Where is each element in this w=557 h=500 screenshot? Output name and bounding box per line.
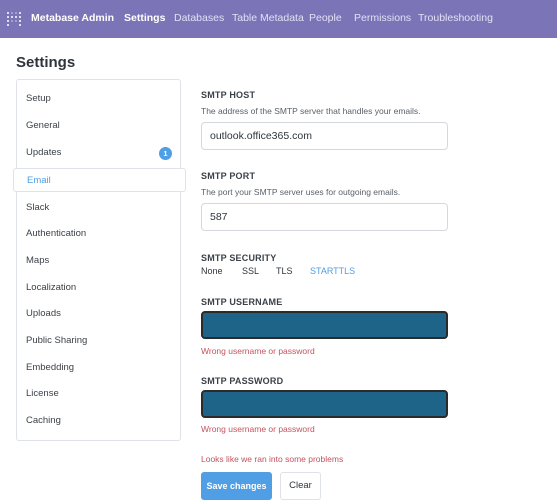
smtp-host-input[interactable]: outlook.office365.com: [201, 122, 448, 150]
security-option-none[interactable]: None: [201, 266, 223, 276]
form-error-message: Looks like we ran into some problems: [201, 454, 344, 464]
smtp-password-label: SMTP PASSWORD: [201, 376, 284, 386]
sidebar-item-slack[interactable]: Slack: [26, 202, 49, 213]
clear-button[interactable]: Clear: [280, 472, 321, 500]
sidebar-item-uploads[interactable]: Uploads: [26, 308, 61, 319]
smtp-host-description: The address of the SMTP server that hand…: [201, 106, 421, 116]
nav-table-metadata[interactable]: Table Metadata: [232, 12, 304, 24]
nav-permissions[interactable]: Permissions: [354, 12, 411, 24]
top-nav-bar: Metabase Admin Settings Databases Table …: [0, 0, 557, 38]
nav-troubleshooting[interactable]: Troubleshooting: [418, 12, 493, 24]
smtp-username-input[interactable]: [201, 311, 448, 339]
smtp-port-description: The port your SMTP server uses for outgo…: [201, 187, 401, 197]
smtp-username-error: Wrong username or password: [201, 346, 315, 356]
nav-people[interactable]: People: [309, 12, 342, 24]
settings-sidebar: Setup General Updates 1 Email Slack Auth…: [13, 79, 186, 441]
sidebar-item-maps[interactable]: Maps: [26, 255, 49, 266]
sidebar-item-updates[interactable]: Updates: [26, 147, 61, 158]
smtp-password-error: Wrong username or password: [201, 424, 315, 434]
nav-databases[interactable]: Databases: [174, 12, 224, 24]
metabase-logo-icon[interactable]: [7, 12, 21, 26]
sidebar-item-setup[interactable]: Setup: [26, 93, 51, 104]
sidebar-item-general[interactable]: General: [26, 120, 60, 131]
page-title: Settings: [16, 54, 76, 71]
sidebar-item-localization[interactable]: Localization: [26, 282, 76, 293]
sidebar-item-authentication[interactable]: Authentication: [26, 228, 86, 239]
save-changes-button[interactable]: Save changes: [201, 472, 272, 500]
smtp-password-input[interactable]: [201, 390, 448, 418]
brand-title[interactable]: Metabase Admin: [31, 12, 114, 24]
security-option-tls[interactable]: TLS: [276, 266, 293, 276]
smtp-username-label: SMTP USERNAME: [201, 297, 283, 307]
sidebar-item-caching[interactable]: Caching: [26, 415, 61, 426]
smtp-port-label: SMTP PORT: [201, 171, 256, 181]
updates-count-badge: 1: [159, 147, 172, 160]
security-option-starttls[interactable]: STARTTLS: [310, 266, 355, 276]
smtp-port-input[interactable]: 587: [201, 203, 448, 231]
sidebar-item-embedding[interactable]: Embedding: [26, 362, 74, 373]
smtp-host-label: SMTP HOST: [201, 90, 256, 100]
security-option-ssl[interactable]: SSL: [242, 266, 259, 276]
sidebar-item-email[interactable]: Email: [13, 168, 186, 192]
sidebar-item-license[interactable]: License: [26, 388, 59, 399]
smtp-security-label: SMTP SECURITY: [201, 253, 277, 263]
sidebar-item-public-sharing[interactable]: Public Sharing: [26, 335, 87, 346]
nav-settings[interactable]: Settings: [124, 12, 165, 24]
